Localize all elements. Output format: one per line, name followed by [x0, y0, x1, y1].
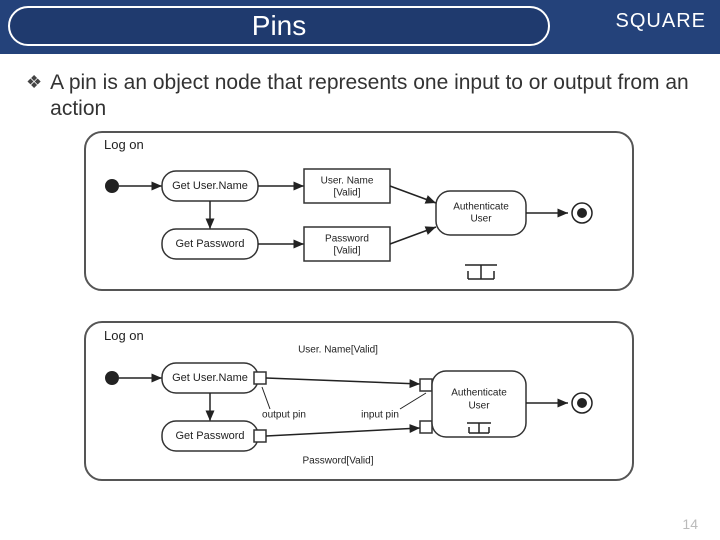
- d2-action3a: Authenticate: [451, 387, 507, 398]
- bullet-text: A pin is an object node that represents …: [50, 70, 694, 123]
- d2-inpin-label: input pin: [361, 409, 399, 420]
- bullet-row: ❖ A pin is an object node that represent…: [26, 64, 694, 131]
- d2-action3b: User: [468, 400, 490, 411]
- d2-outpin-label: output pin: [262, 409, 306, 420]
- bullet-icon: ❖: [26, 70, 42, 94]
- d2-action1: Get User.Name: [172, 371, 248, 383]
- diagram-area: Log on Get User.Name Get Password: [70, 131, 650, 511]
- d2-pin1: User. Name[Valid]: [298, 344, 378, 355]
- content-area: ❖ A pin is an object node that represent…: [0, 54, 720, 511]
- title-pill: Pins: [8, 6, 550, 46]
- slide-title: Pins: [10, 8, 548, 44]
- slide-header: Pins SQUARE: [0, 0, 720, 54]
- diagram-svg-2: Get User.Name Get Password User. Name[Va…: [70, 131, 650, 511]
- d2-action2: Get Password: [175, 429, 244, 441]
- page-number: 14: [682, 516, 698, 532]
- d2-initial-node: [105, 371, 119, 385]
- d2-pin2: Password[Valid]: [303, 455, 374, 466]
- d2-final-node: [577, 398, 587, 408]
- brand-label: SQUARE: [616, 10, 706, 33]
